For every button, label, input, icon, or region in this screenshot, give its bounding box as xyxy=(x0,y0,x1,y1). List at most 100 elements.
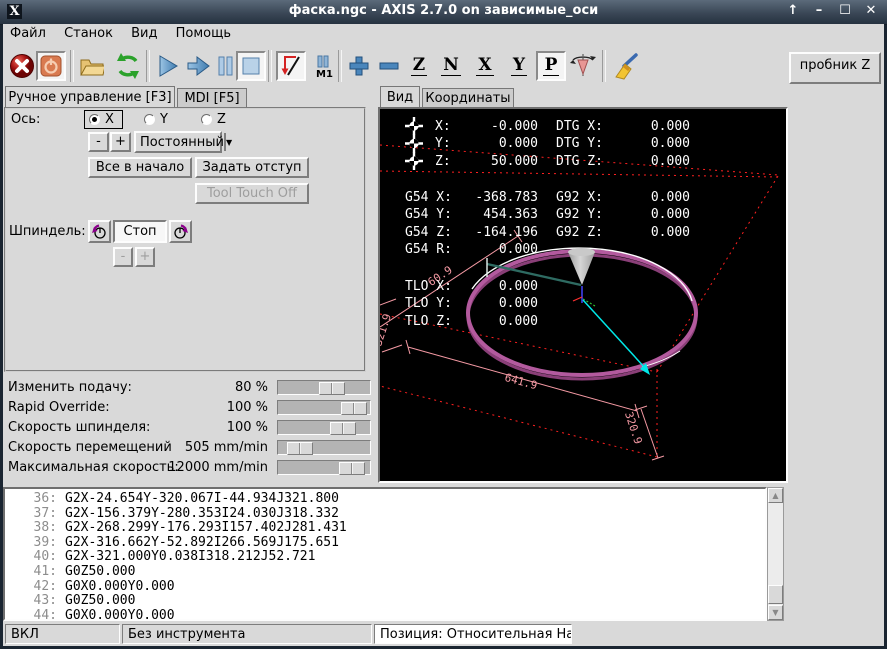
slider-thumb[interactable] xyxy=(341,402,367,415)
slider-thumb[interactable] xyxy=(319,382,345,395)
spindle-label: Шпиндель: xyxy=(9,224,86,239)
gcode-scrollbar[interactable]: ▲ ▼ xyxy=(767,487,784,621)
reload-button[interactable] xyxy=(112,51,142,81)
gcode-line: 43:G0Z50.000 xyxy=(5,594,765,609)
gcode-text[interactable]: G2X-321.000Y0.038I318.212J52.721 xyxy=(57,549,315,564)
clear-plot-button[interactable] xyxy=(610,51,640,81)
scroll-up-button[interactable]: ▲ xyxy=(768,488,783,503)
spindle-stop-button[interactable]: Стоп xyxy=(113,220,167,243)
slider-thumb[interactable] xyxy=(330,422,356,435)
gcode-text[interactable]: G0X0.000Y0.000 xyxy=(57,579,175,594)
dro-value: 0.000 xyxy=(440,279,538,294)
title-bar[interactable]: X фаска.ngc - AXIS 2.7.0 on зависимые_ос… xyxy=(0,0,887,25)
gcode-text[interactable]: G0Z50.000 xyxy=(57,564,135,579)
probe-z-button[interactable]: пробник Z xyxy=(789,52,881,84)
rotate-cone-icon xyxy=(570,53,596,79)
stop-square-icon xyxy=(239,54,263,78)
scroll-down-button[interactable]: ▼ xyxy=(768,605,783,620)
axis-label: Ось: xyxy=(11,112,40,127)
view-y-button[interactable]: Y xyxy=(504,51,534,81)
menu-view[interactable]: Вид xyxy=(124,24,164,45)
jog-speed-value: 505 mm/min xyxy=(150,440,268,455)
homed-icon xyxy=(405,135,423,153)
jog-plus-button[interactable]: + xyxy=(110,132,131,152)
gcode-line: 41:G0Z50.000 xyxy=(5,565,765,580)
homed-icon xyxy=(405,152,423,170)
line-number: 37: xyxy=(5,507,57,522)
block-delete-icon xyxy=(278,53,304,79)
chevron-down-icon[interactable]: ▼ xyxy=(224,133,232,151)
view-p-button[interactable]: P xyxy=(536,51,566,81)
minimize-button[interactable]: – xyxy=(811,2,827,20)
spindle-cw-button[interactable] xyxy=(169,220,192,243)
gcode-text[interactable]: G2X-316.662Y-52.892I266.569J175.651 xyxy=(57,535,339,550)
optional-stop-button[interactable]: M1 xyxy=(308,51,338,81)
radio-axis-y[interactable]: Y xyxy=(144,112,168,127)
preview-canvas[interactable]: 641.9 320.9 321.9 60.9 xyxy=(378,107,788,483)
gcode-text[interactable]: G2X-24.654Y-320.067I-44.934J321.800 xyxy=(57,491,339,506)
home-all-button[interactable]: Все в начало xyxy=(88,157,192,178)
slider-thumb[interactable] xyxy=(287,442,313,455)
radio-axis-z[interactable]: Z xyxy=(201,112,226,127)
jog-mode-combobox[interactable]: Постоянный ▼ xyxy=(134,131,222,153)
dro-value: -368.783 xyxy=(440,190,538,205)
estop-button[interactable] xyxy=(6,51,36,81)
view-x-button[interactable]: X xyxy=(470,51,500,81)
stop-button[interactable] xyxy=(236,51,266,81)
tab-preview[interactable]: Вид xyxy=(380,86,420,107)
feed-override-label: Изменить подачу: xyxy=(8,380,132,395)
view-z2-button[interactable]: N xyxy=(436,51,466,81)
spindle-override-slider[interactable] xyxy=(277,420,371,435)
dro-value: 454.363 xyxy=(440,207,538,222)
menu-file[interactable]: Файл xyxy=(3,24,53,45)
rotate-view-button[interactable] xyxy=(568,51,598,81)
open-file-button[interactable] xyxy=(76,51,106,81)
max-velocity-slider[interactable] xyxy=(277,460,371,475)
jog-minus-button[interactable]: - xyxy=(88,132,109,152)
feed-override-value: 80 % xyxy=(150,380,268,395)
dro-value: 0.000 xyxy=(440,296,538,311)
tab-mdi[interactable]: MDI [F5] xyxy=(177,88,247,107)
machine-power-button[interactable] xyxy=(36,51,66,81)
zoom-out-button[interactable] xyxy=(374,51,404,81)
line-number: 43: xyxy=(5,594,57,609)
play-icon xyxy=(154,53,180,79)
gcode-text[interactable]: G0Z50.000 xyxy=(57,593,135,608)
touch-off-button[interactable]: Задать отступ xyxy=(195,157,309,178)
step-arrow-icon xyxy=(184,53,210,79)
slider-thumb[interactable] xyxy=(339,462,365,475)
gcode-text[interactable]: G0X0.000Y0.000 xyxy=(57,608,175,621)
rapid-override-label: Rapid Override: xyxy=(8,400,110,415)
status-machine-state: ВКЛ xyxy=(5,624,120,644)
gcode-line: 37:G2X-156.379Y-280.353I24.030J318.332 xyxy=(5,507,765,522)
spindle-plus-button: + xyxy=(135,247,155,267)
line-number: 36: xyxy=(5,492,57,507)
jog-speed-label: Скорость перемещений xyxy=(8,440,172,455)
shade-button[interactable]: ↑ xyxy=(785,2,801,20)
menu-machine[interactable]: Станок xyxy=(57,24,120,45)
skip-lines-button[interactable] xyxy=(276,51,306,81)
gcode-listing[interactable]: 36:G2X-24.654Y-320.067I-44.934J321.800 3… xyxy=(3,487,767,621)
power-icon xyxy=(39,54,63,78)
step-button[interactable] xyxy=(182,51,212,81)
run-button[interactable] xyxy=(152,51,182,81)
maximize-button[interactable]: ☐ xyxy=(837,2,853,20)
spindle-ccw-button[interactable] xyxy=(88,220,111,243)
tab-manual-control[interactable]: Ручное управление [F3] xyxy=(5,86,175,107)
reload-icon xyxy=(114,52,140,80)
radio-axis-x[interactable]: X xyxy=(84,110,123,129)
spindle-cw-icon xyxy=(172,223,189,240)
estop-icon xyxy=(8,52,34,80)
feed-override-slider[interactable] xyxy=(277,380,371,395)
view-z-button[interactable]: Z xyxy=(404,51,434,81)
close-button[interactable]: ✕ xyxy=(863,2,879,20)
menu-help[interactable]: Помощь xyxy=(169,24,238,45)
tool-touch-off-button: Tool Touch Off xyxy=(195,183,309,204)
jog-speed-slider[interactable] xyxy=(277,440,371,455)
tab-dro[interactable]: Координаты xyxy=(422,88,514,107)
scroll-thumb[interactable] xyxy=(768,585,783,604)
rapid-override-slider[interactable] xyxy=(277,400,371,415)
gcode-text[interactable]: G2X-268.299Y-176.293I157.402J281.431 xyxy=(57,520,347,535)
gcode-text[interactable]: G2X-156.379Y-280.353I24.030J318.332 xyxy=(57,506,339,521)
zoom-in-button[interactable] xyxy=(344,51,374,81)
